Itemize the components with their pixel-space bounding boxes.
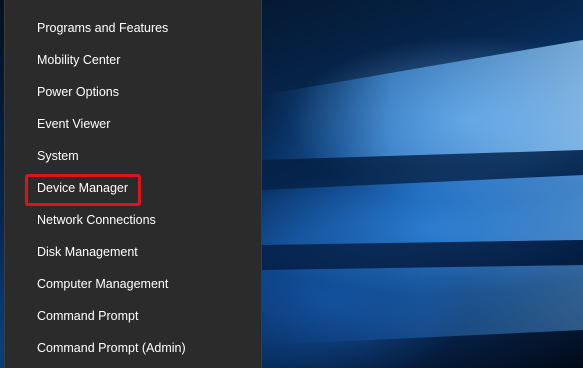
menu-item-disk-management[interactable]: Disk Management xyxy=(5,236,261,268)
menu-item-label: Device Manager xyxy=(37,181,129,195)
menu-item-mobility-center[interactable]: Mobility Center xyxy=(5,44,261,76)
menu-item-label: Power Options xyxy=(37,85,119,99)
menu-item-label: Command Prompt xyxy=(37,309,139,323)
desktop: Programs and Features Mobility Center Po… xyxy=(0,0,583,368)
winx-context-menu: Programs and Features Mobility Center Po… xyxy=(4,0,262,368)
menu-item-network-connections[interactable]: Network Connections xyxy=(5,204,261,236)
menu-item-computer-management[interactable]: Computer Management xyxy=(5,268,261,300)
menu-item-event-viewer[interactable]: Event Viewer xyxy=(5,108,261,140)
menu-item-label: Disk Management xyxy=(37,245,138,259)
menu-item-label: Event Viewer xyxy=(37,117,111,131)
menu-item-command-prompt-admin[interactable]: Command Prompt (Admin) xyxy=(5,332,261,364)
menu-item-label: Mobility Center xyxy=(37,53,121,67)
menu-item-label: Programs and Features xyxy=(37,21,169,35)
menu-item-label: Network Connections xyxy=(37,213,156,227)
menu-item-command-prompt[interactable]: Command Prompt xyxy=(5,300,261,332)
menu-item-system[interactable]: System xyxy=(5,140,261,172)
menu-item-label: Computer Management xyxy=(37,277,169,291)
menu-item-programs-and-features[interactable]: Programs and Features xyxy=(5,12,261,44)
menu-item-label: Command Prompt (Admin) xyxy=(37,341,186,355)
menu-item-device-manager[interactable]: Device Manager xyxy=(5,172,261,206)
menu-item-label: System xyxy=(37,149,79,163)
menu-item-power-options[interactable]: Power Options xyxy=(5,76,261,108)
